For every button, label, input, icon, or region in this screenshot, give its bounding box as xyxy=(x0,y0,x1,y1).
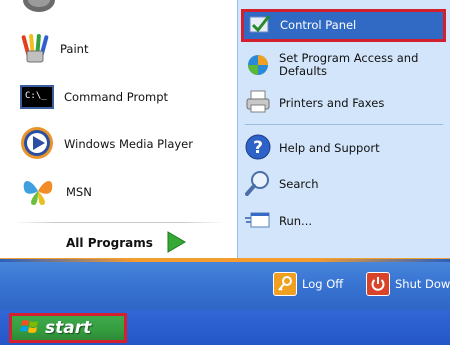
menu-item-label: Run... xyxy=(279,213,313,228)
log-off-label: Log Off xyxy=(302,276,344,291)
paint-icon xyxy=(20,33,50,66)
menu-item-label: Command Prompt xyxy=(64,89,169,104)
all-programs-button[interactable]: All Programs xyxy=(66,230,187,256)
shut-down-button[interactable]: Shut Dow xyxy=(366,270,450,298)
menu-item-windows-media-player[interactable]: Windows Media Player xyxy=(20,126,193,163)
program-access-icon xyxy=(245,50,271,79)
menu-item-label: Printers and Faxes xyxy=(279,95,385,110)
power-icon xyxy=(366,272,390,296)
menu-item-label: MSN xyxy=(66,184,92,199)
menu-item-command-prompt[interactable]: C:\_ Command Prompt xyxy=(20,84,168,110)
menu-item-run[interactable]: Run... xyxy=(245,208,312,234)
menu-item-help-and-support[interactable]: ? Help and Support xyxy=(245,134,380,162)
left-separator xyxy=(14,222,224,223)
svg-text:?: ? xyxy=(253,138,263,158)
menu-item-label: Paint xyxy=(60,41,89,56)
printer-icon xyxy=(245,90,271,117)
right-separator xyxy=(245,124,443,125)
key-icon xyxy=(273,272,297,296)
menu-item-label: Windows Media Player xyxy=(64,136,193,151)
menu-item-set-program-access[interactable]: Set Program Access and Defaults xyxy=(245,50,418,86)
green-arrow-icon xyxy=(153,230,187,256)
msn-butterfly-icon xyxy=(20,175,56,210)
all-programs-label: All Programs xyxy=(66,235,153,250)
menu-item-search[interactable]: Search xyxy=(245,170,319,198)
start-menu: Paint C:\_ Command Prompt Windows Media … xyxy=(0,0,450,310)
menu-item-label: Control Panel xyxy=(280,18,357,32)
menu-item-label: Set Program Access and Defaults xyxy=(279,51,419,78)
search-icon xyxy=(245,170,271,199)
windows-flag-icon xyxy=(20,318,40,339)
help-icon: ? xyxy=(245,134,271,163)
menu-item-paint[interactable]: Paint xyxy=(20,32,88,66)
clipped-program-icon xyxy=(23,0,55,12)
start-label: start xyxy=(45,317,92,338)
run-icon xyxy=(245,210,271,233)
menu-item-control-panel[interactable]: Control Panel xyxy=(241,9,446,42)
menu-item-msn[interactable]: MSN xyxy=(20,174,92,210)
log-off-button[interactable]: Log Off xyxy=(273,270,343,298)
menu-item-label: Search xyxy=(279,176,319,191)
menu-item-printers-and-faxes[interactable]: Printers and Faxes xyxy=(245,90,384,116)
media-player-icon xyxy=(20,126,54,163)
menu-item-label: Help and Support xyxy=(279,140,380,155)
command-prompt-icon: C:\_ xyxy=(20,85,54,109)
control-panel-icon xyxy=(248,13,272,38)
start-button[interactable]: start xyxy=(9,313,127,343)
shut-down-label: Shut Dow xyxy=(395,276,450,291)
